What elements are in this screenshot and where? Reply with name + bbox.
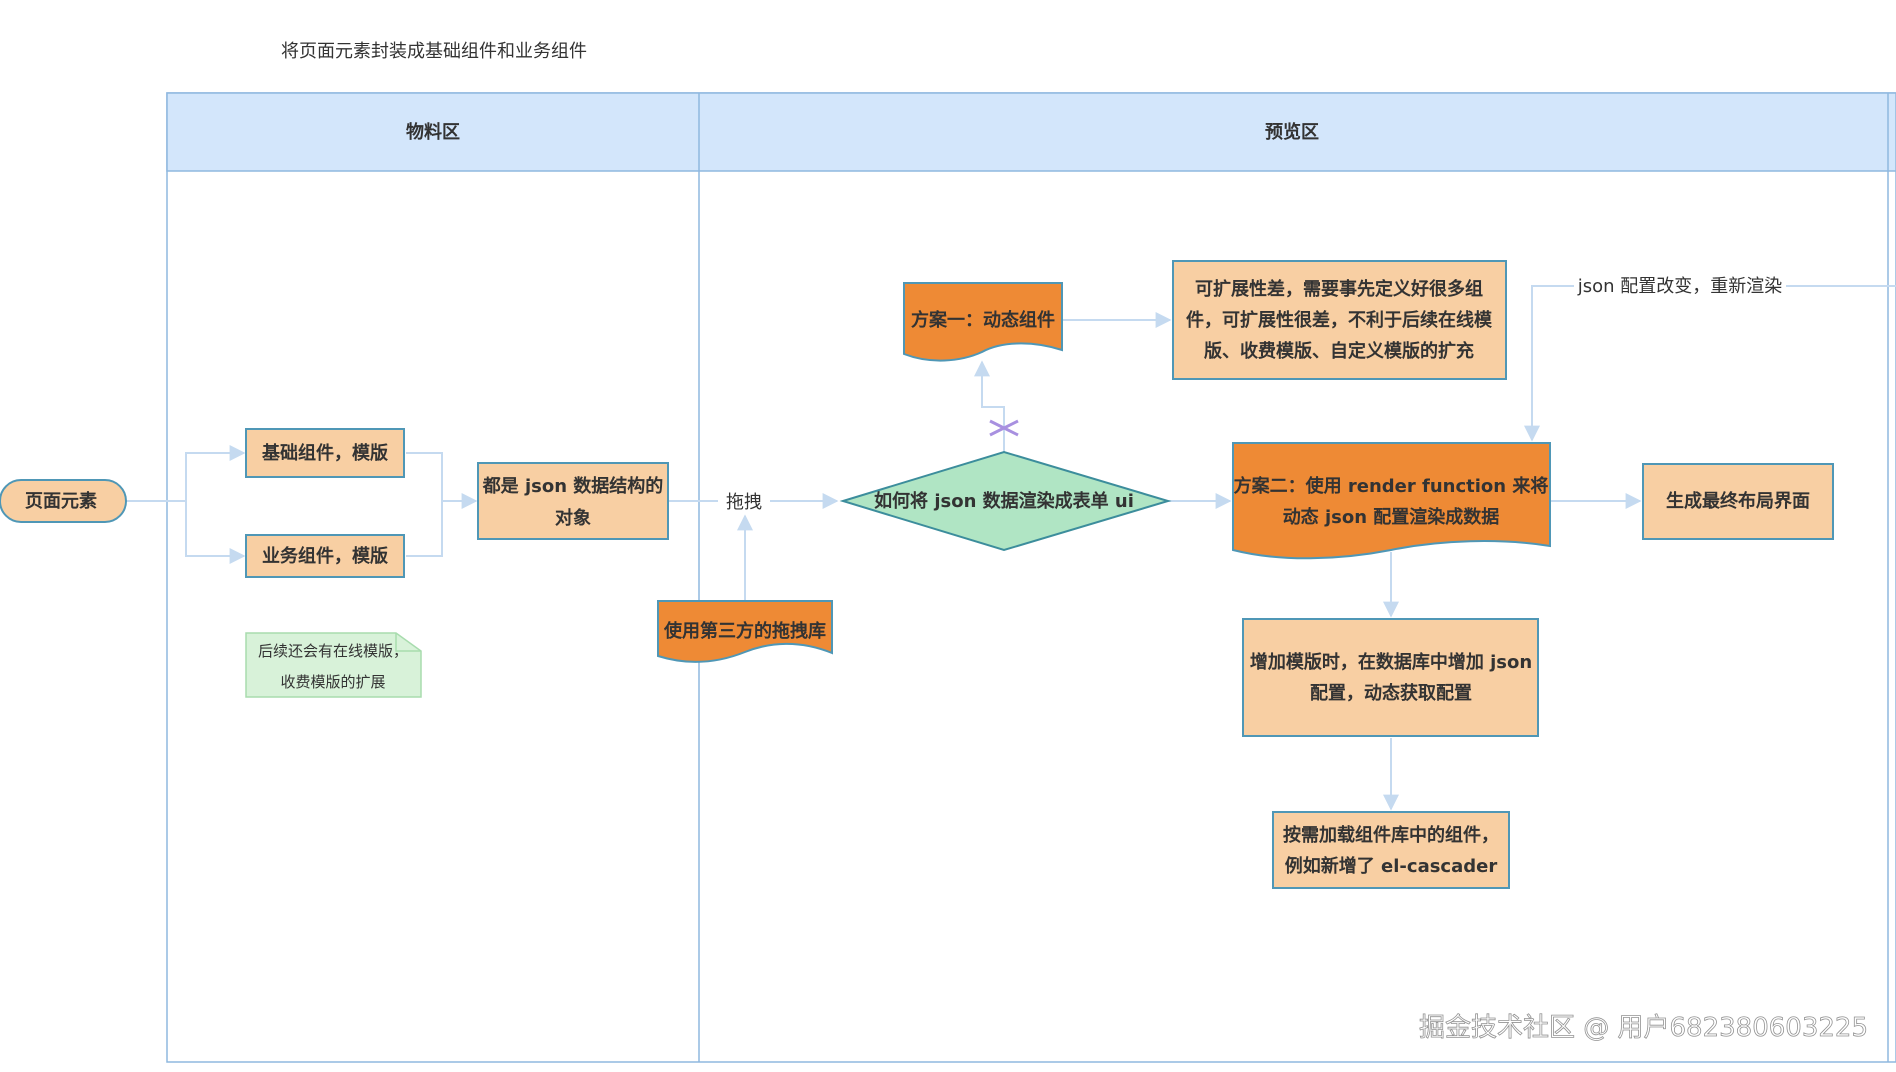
node-final-layout: 生成最终布局界面 (1642, 463, 1834, 540)
node-json-object-line2: 对象 (555, 507, 591, 529)
node-add-template-line1: 增加模版时，在数据库中增加 json (1250, 651, 1532, 673)
lane-header-preview: 预览区 (1265, 121, 1319, 143)
node-json-object-line1: 都是 json 数据结构的 (482, 475, 664, 497)
lane-header-material: 物料区 (406, 121, 460, 143)
watermark: 掘金技术社区 @ 用户682380603225 (1419, 1013, 1868, 1043)
node-plan-one-drawback-line3: 版、收费模版、自定义模版的扩充 (1204, 340, 1474, 362)
diagram-caption: 将页面元素封装成基础组件和业务组件 (281, 41, 587, 62)
node-note-line2: 收费模版的扩展 (280, 673, 385, 691)
node-note-line1: 后续还会有在线模版， (258, 642, 408, 660)
node-plan-two-line2: 动态 json 配置渲染成数据 (1283, 506, 1500, 528)
node-basic-component-label: 基础组件，模版 (261, 442, 388, 464)
node-plan-one-drawback: 可扩展性差，需要事先定义好很多组 件，可扩展性很差，不利于后续在线模 版、收费模… (1172, 260, 1507, 380)
edge-label-drag: 拖拽 (726, 492, 762, 513)
node-add-template: 增加模版时，在数据库中增加 json 配置，动态获取配置 (1242, 618, 1539, 737)
node-plan-one-label: 方案一：动态组件 (911, 309, 1055, 331)
node-page-element-label: 页面元素 (25, 491, 97, 512)
node-page-element: 页面元素 (0, 479, 127, 523)
node-plan-one-drawback-line2: 件，可扩展性很差，不利于后续在线模 (1186, 309, 1493, 331)
node-business-component: 业务组件，模版 (245, 534, 405, 578)
flowchart-svg: 将页面元素封装成基础组件和业务组件 物料区 预览区 拖拽 json 配置改变，重… (0, 41, 1896, 1063)
node-third-party-drag-label: 使用第三方的拖拽库 (663, 620, 826, 642)
edge-label-json-change: json 配置改变，重新渲染 (1577, 276, 1783, 297)
node-plan-one-drawback-line1: 可扩展性差，需要事先定义好很多组 (1195, 278, 1483, 300)
node-load-on-demand: 按需加载组件库中的组件， 例如新增了 el-cascader (1272, 811, 1510, 889)
node-plan-two-line1: 方案二：使用 render function 来将 (1234, 475, 1549, 497)
node-plan-two: 方案二：使用 render function 来将 动态 json 配置渲染成数… (1232, 442, 1551, 560)
node-decision-label: 如何将 json 数据渲染成表单 ui (874, 490, 1134, 512)
node-load-on-demand-line1: 按需加载组件库中的组件， (1283, 824, 1499, 846)
swimlane-container: 物料区 预览区 (166, 92, 1896, 1063)
node-final-layout-label: 生成最终布局界面 (1666, 490, 1810, 512)
node-business-component-label: 业务组件，模版 (262, 545, 388, 567)
flowchart-canvas: 将页面元素封装成基础组件和业务组件 物料区 预览区 拖拽 json 配置改变，重… (0, 0, 1896, 1068)
node-note: 后续还会有在线模版， 收费模版的扩展 (245, 632, 422, 698)
node-load-on-demand-line2: 例如新增了 el-cascader (1285, 855, 1498, 877)
node-json-object: 都是 json 数据结构的 对象 (477, 462, 669, 540)
node-basic-component: 基础组件，模版 (245, 428, 405, 478)
node-add-template-line2: 配置，动态获取配置 (1310, 682, 1472, 704)
